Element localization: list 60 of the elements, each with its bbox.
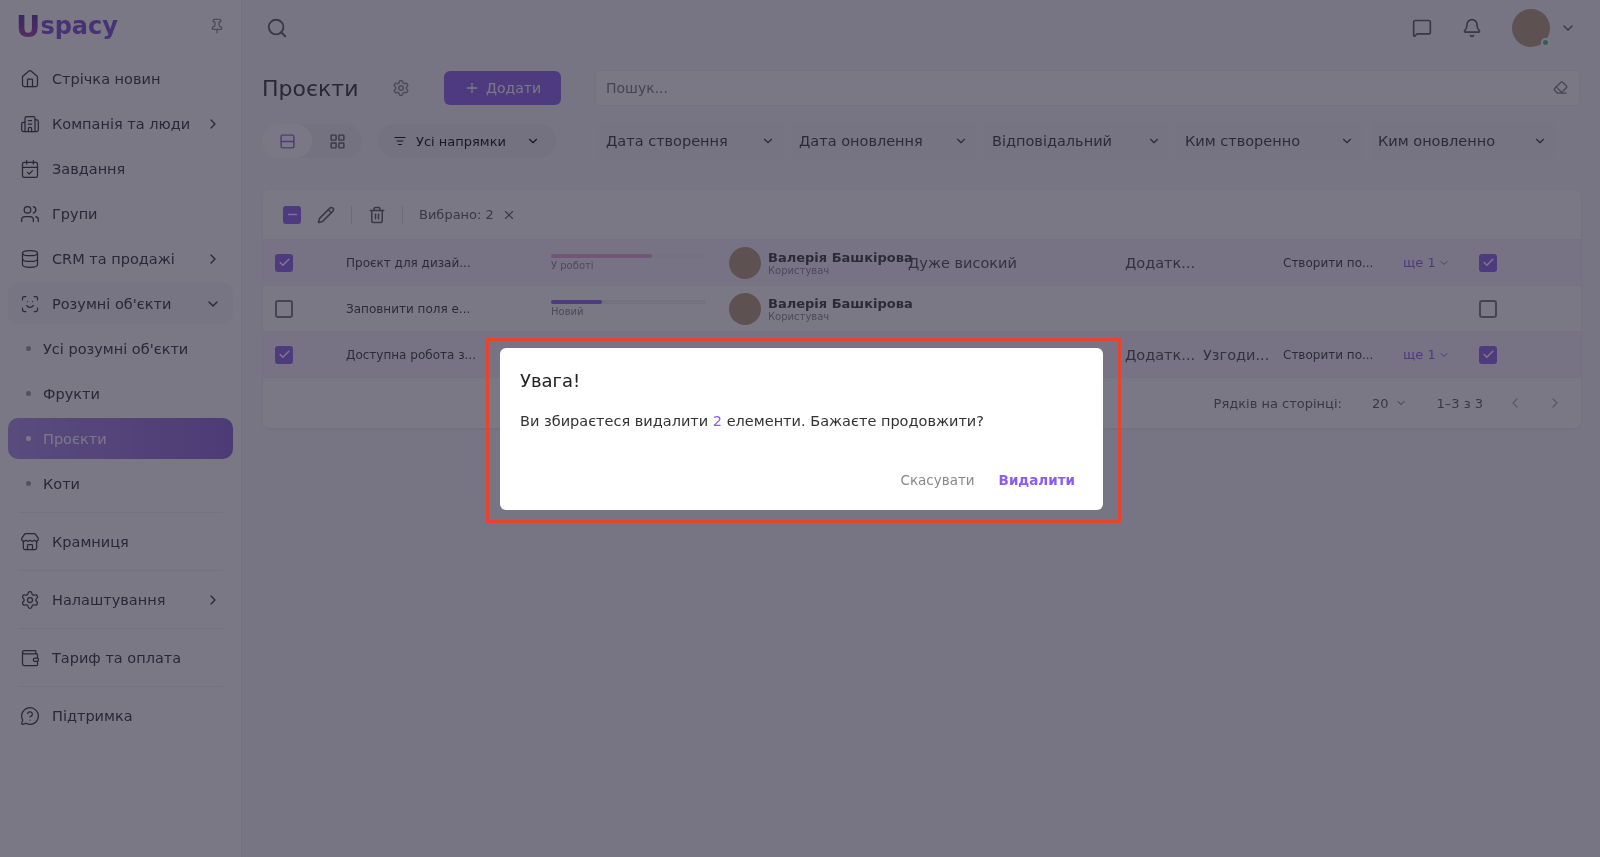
sidebar-item[interactable]: Налаштування — [8, 579, 233, 620]
checkbox[interactable] — [275, 253, 293, 272]
eraser-icon[interactable] — [1553, 80, 1568, 95]
dialog-message: Ви збираєтеся видалити 2 елементи. Бажаєте продовжити? — [520, 413, 985, 429]
check-icon — [1481, 256, 1495, 269]
user-avatar — [729, 246, 761, 279]
select-all-checkbox[interactable] — [283, 205, 301, 224]
bell-icon[interactable] — [1462, 18, 1482, 38]
table-cell: Заповнити поля е... — [346, 301, 471, 316]
trash-icon[interactable] — [368, 205, 386, 224]
sidebar-item[interactable]: Групи — [8, 193, 233, 234]
page-title: Проєкти — [262, 75, 360, 101]
table-cell: Створити по... — [1283, 255, 1374, 270]
checkbox[interactable] — [1479, 299, 1497, 318]
sidebar-subitem[interactable]: Коти — [8, 463, 233, 504]
search-icon[interactable] — [266, 17, 288, 39]
check-icon — [1481, 348, 1495, 361]
cancel-button[interactable]: Скасувати — [892, 466, 983, 494]
rows-per-page-label: Рядків на сторінці: — [1213, 395, 1342, 411]
checkbox[interactable] — [275, 299, 293, 318]
check-icon — [277, 256, 291, 269]
pencil-icon[interactable] — [317, 205, 335, 224]
settings-icon[interactable] — [392, 79, 410, 97]
table-cell: Додатк... — [1125, 346, 1196, 363]
list-icon — [278, 132, 296, 150]
sidebar-item[interactable]: Завдання — [8, 148, 233, 189]
delete-button[interactable]: Видалити — [990, 466, 1083, 494]
user-avatar[interactable] — [1512, 9, 1550, 47]
sidebar-item[interactable]: Тариф та оплата — [8, 637, 233, 678]
checkbox[interactable] — [275, 345, 293, 364]
sidebar-subitem[interactable]: Усі розумні об'єкти — [8, 328, 233, 369]
user-name: Валерія Башкірова — [768, 295, 913, 311]
sidebar-item[interactable]: Розумні об'єкти — [8, 283, 233, 324]
grid-icon — [328, 132, 346, 150]
sidebar-item[interactable]: Крамниця — [8, 521, 233, 562]
table-cell: Додатк... — [1125, 254, 1196, 271]
sidebar-item[interactable]: Підтримка — [8, 695, 233, 736]
checkbox[interactable] — [1479, 253, 1497, 272]
filter-icon — [394, 135, 406, 147]
sidebar-item[interactable]: Стрічка новин — [8, 58, 233, 99]
check-icon — [277, 348, 291, 361]
more-link[interactable]: ще 1 — [1403, 255, 1450, 270]
more-link[interactable]: ще 1 — [1403, 347, 1450, 362]
table-cell: Узгоди... — [1203, 346, 1270, 363]
checkbox[interactable] — [1479, 345, 1497, 364]
rows-per-page-select[interactable]: 20 — [1365, 394, 1413, 412]
sidebar-item[interactable]: CRM та продажі — [8, 238, 233, 279]
table-cell: Проєкт для дизай... — [346, 255, 471, 270]
logo: Uspacy — [16, 8, 118, 44]
pin-icon[interactable] — [209, 18, 225, 34]
plus-icon — [464, 80, 480, 96]
selected-count: Вибрано: 2 — [419, 207, 494, 222]
user-avatar — [729, 292, 761, 325]
sidebar-subitem[interactable]: Фрукти — [8, 373, 233, 414]
sidebar-item[interactable]: Компанія та люди — [8, 103, 233, 144]
chat-icon[interactable] — [1412, 18, 1432, 38]
table-cell: Створити по... — [1283, 347, 1374, 362]
table-cell: Доступна робота з... — [346, 347, 476, 362]
page-range: 1–3 з 3 — [1436, 395, 1483, 411]
dialog-title: Увага! — [520, 370, 582, 391]
